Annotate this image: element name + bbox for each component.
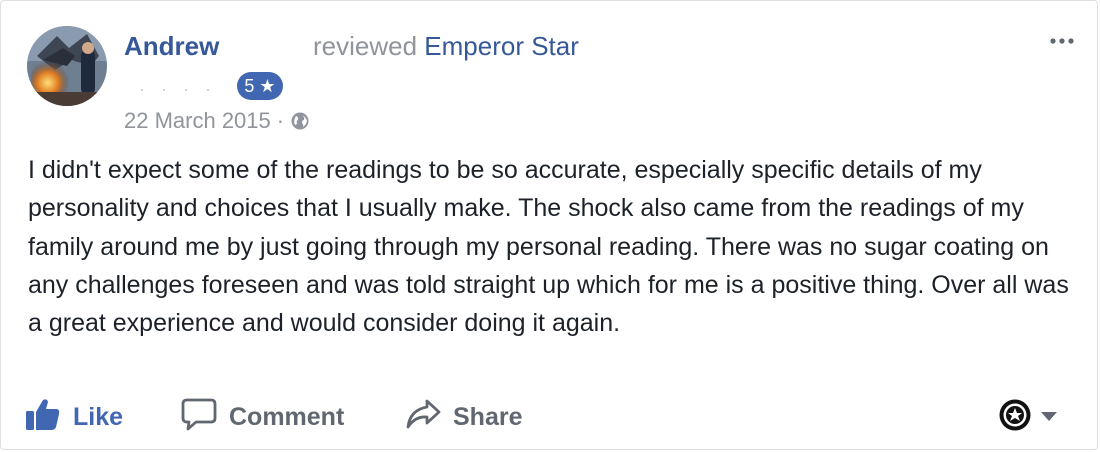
rating-dot xyxy=(185,89,187,91)
share-label: Share xyxy=(453,402,523,431)
thumbs-up-icon xyxy=(25,397,61,438)
author-avatar[interactable] xyxy=(27,26,107,106)
share-arrow-icon xyxy=(405,397,441,438)
share-button[interactable]: Share xyxy=(405,393,522,441)
page-avatar-icon xyxy=(999,399,1031,436)
caret-down-icon xyxy=(1041,409,1057,427)
meta-separator: · xyxy=(276,108,285,133)
globe-icon[interactable] xyxy=(290,111,310,131)
like-button[interactable]: Like xyxy=(25,393,123,441)
like-label: Like xyxy=(73,402,124,431)
action-bar: Like Comment Share xyxy=(1,393,1099,441)
review-card: Andrew reviewed Emperor Star 5 ★ 22 Marc… xyxy=(0,0,1098,450)
comment-label: Comment xyxy=(229,402,345,431)
review-date[interactable]: 22 March 2015 xyxy=(124,108,271,134)
review-meta: 22 March 2015 · xyxy=(124,108,310,134)
review-text: I didn't expect some of the readings to … xyxy=(28,156,1069,338)
comment-bubble-icon xyxy=(181,397,217,438)
rating-badge[interactable]: 5 ★ xyxy=(237,72,283,100)
audience-selector[interactable] xyxy=(999,399,1057,436)
review-action-text: reviewed Emperor Star xyxy=(313,31,579,62)
profile-photo-icon xyxy=(27,26,107,106)
rating-dot xyxy=(141,89,143,91)
rating-dots xyxy=(141,89,229,91)
comment-button[interactable]: Comment xyxy=(181,393,344,441)
author-name[interactable]: Andrew xyxy=(124,31,219,62)
page-name-link[interactable]: Emperor Star xyxy=(424,31,579,61)
review-action-prefix: reviewed xyxy=(313,31,418,61)
more-options-icon[interactable] xyxy=(1047,27,1077,47)
rating-dot xyxy=(163,89,165,91)
rating-dot xyxy=(207,89,209,91)
